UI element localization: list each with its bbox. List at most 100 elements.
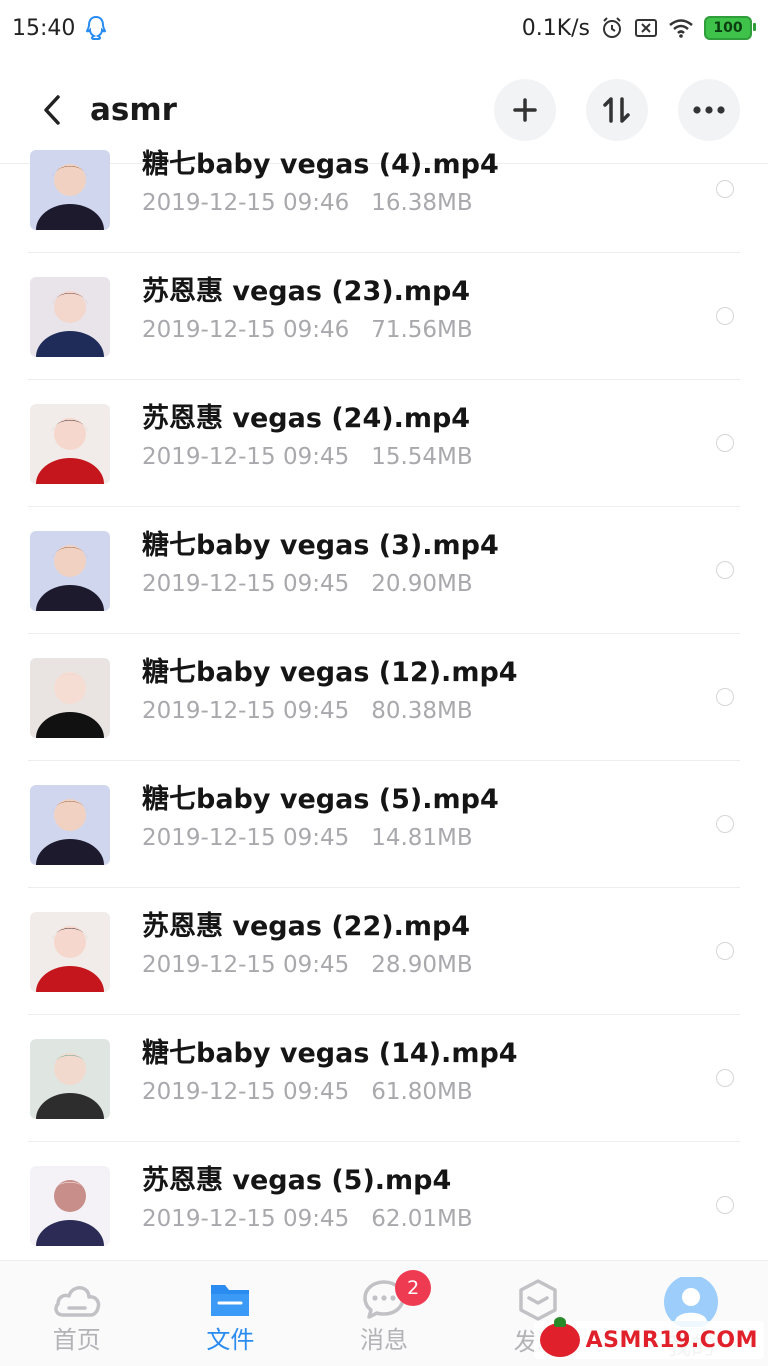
select-radio[interactable] xyxy=(716,434,734,452)
more-dots-icon xyxy=(692,105,726,115)
wifi-icon xyxy=(668,17,694,39)
tomato-logo-icon xyxy=(540,1323,580,1357)
file-info: 糖七baby vegas (12).mp4 2019-12-15 09:45 80… xyxy=(142,656,518,726)
tab-files[interactable]: 文件 xyxy=(154,1261,308,1366)
file-name: 糖七baby vegas (12).mp4 xyxy=(142,656,518,690)
file-size: 71.56MB xyxy=(371,317,472,343)
status-bar: 15:40 0.1K/s xyxy=(0,0,768,56)
file-size: 61.80MB xyxy=(371,1079,472,1105)
select-radio[interactable] xyxy=(716,815,734,833)
file-info: 苏恩惠 vegas (23).mp4 2019-12-15 09:46 71.56… xyxy=(142,275,473,345)
file-info: 糖七baby vegas (14).mp4 2019-12-15 09:45 61… xyxy=(142,1037,518,1107)
video-thumbnail xyxy=(30,912,110,992)
watermark-text: ASMR19.COM xyxy=(586,1328,758,1353)
file-meta: 2019-12-15 09:46 71.56MB xyxy=(142,315,473,345)
meta-spacer xyxy=(349,317,371,343)
video-thumbnail xyxy=(30,658,110,738)
file-row[interactable]: 苏恩惠 vegas (22).mp4 2019-12-15 09:45 28.90… xyxy=(0,888,768,1015)
video-thumbnail xyxy=(30,277,110,357)
file-row[interactable]: 糖七baby vegas (12).mp4 2019-12-15 09:45 80… xyxy=(0,634,768,761)
file-meta: 2019-12-15 09:45 80.38MB xyxy=(142,696,518,726)
file-date: 2019-12-15 09:45 xyxy=(142,698,349,724)
select-radio[interactable] xyxy=(716,561,734,579)
meta-spacer xyxy=(349,952,371,978)
file-info: 苏恩惠 vegas (24).mp4 2019-12-15 09:45 15.54… xyxy=(142,402,473,472)
tab-label: 文件 xyxy=(206,1325,254,1355)
meta-spacer xyxy=(349,698,371,724)
file-size: 62.01MB xyxy=(371,1206,472,1232)
file-size: 28.90MB xyxy=(371,952,472,978)
sim-off-icon xyxy=(634,17,658,39)
meta-spacer xyxy=(349,1206,371,1232)
file-meta: 2019-12-15 09:45 14.81MB xyxy=(142,823,499,853)
file-size: 16.38MB xyxy=(371,190,472,216)
file-list[interactable]: 糖七baby vegas (4).mp42019-12-15 09:46 16.… xyxy=(0,140,768,1260)
file-row[interactable]: 糖七baby vegas (4).mp42019-12-15 09:46 16.… xyxy=(0,140,768,253)
add-button[interactable] xyxy=(494,79,556,141)
file-meta: 2019-12-15 09:45 15.54MB xyxy=(142,442,473,472)
file-date: 2019-12-15 09:45 xyxy=(142,1079,349,1105)
file-meta: 2019-12-15 09:46 16.38MB xyxy=(142,188,499,218)
select-radio[interactable] xyxy=(716,1196,734,1214)
meta-spacer xyxy=(349,571,371,597)
watermark: ASMR19.COM xyxy=(534,1321,764,1359)
file-meta: 2019-12-15 09:45 28.90MB xyxy=(142,950,473,980)
back-button[interactable] xyxy=(32,82,72,138)
video-thumbnail xyxy=(30,1166,110,1246)
net-speed: 0.1K/s xyxy=(522,16,590,41)
page-title: asmr xyxy=(90,92,494,128)
file-date: 2019-12-15 09:46 xyxy=(142,317,349,343)
file-date: 2019-12-15 09:45 xyxy=(142,444,349,470)
file-row[interactable]: 苏恩惠 vegas (24).mp4 2019-12-15 09:45 15.54… xyxy=(0,380,768,507)
file-name: 苏恩惠 vegas (23).mp4 xyxy=(142,275,473,309)
file-info: 糖七baby vegas (4).mp42019-12-15 09:46 16.… xyxy=(142,148,499,218)
file-row[interactable]: 苏恩惠 vegas (23).mp4 2019-12-15 09:46 71.56… xyxy=(0,253,768,380)
file-meta: 2019-12-15 09:45 20.90MB xyxy=(142,569,499,599)
select-radio[interactable] xyxy=(716,180,734,198)
tab-messages[interactable]: 2 消息 xyxy=(307,1261,461,1366)
file-info: 苏恩惠 vegas (22).mp4 2019-12-15 09:45 28.90… xyxy=(142,910,473,980)
file-meta: 2019-12-15 09:45 62.01MB xyxy=(142,1204,473,1234)
select-radio[interactable] xyxy=(716,942,734,960)
avatar-icon xyxy=(662,1277,720,1327)
select-radio[interactable] xyxy=(716,307,734,325)
back-arrow-icon xyxy=(41,93,63,127)
file-name: 糖七baby vegas (3).mp4 xyxy=(142,529,499,563)
file-name: 苏恩惠 vegas (24).mp4 xyxy=(142,402,473,436)
select-radio[interactable] xyxy=(716,688,734,706)
tab-label: 首页 xyxy=(53,1325,101,1355)
file-name: 苏恩惠 vegas (22).mp4 xyxy=(142,910,473,944)
file-name: 糖七baby vegas (14).mp4 xyxy=(142,1037,518,1071)
alarm-icon xyxy=(600,16,624,40)
more-button[interactable] xyxy=(678,79,740,141)
unread-badge: 2 xyxy=(395,1270,431,1306)
file-name: 糖七baby vegas (5).mp4 xyxy=(142,783,499,817)
file-date: 2019-12-15 09:46 xyxy=(142,190,349,216)
cube-icon xyxy=(516,1277,560,1323)
file-row[interactable]: 糖七baby vegas (14).mp4 2019-12-15 09:45 61… xyxy=(0,1015,768,1142)
file-info: 苏恩惠 vegas (5).mp4 2019-12-15 09:45 62.01M… xyxy=(142,1164,473,1234)
select-radio[interactable] xyxy=(716,1069,734,1087)
tab-home[interactable]: 首页 xyxy=(0,1261,154,1366)
file-date: 2019-12-15 09:45 xyxy=(142,952,349,978)
file-row[interactable]: 苏恩惠 vegas (5).mp4 2019-12-15 09:45 62.01M… xyxy=(0,1142,768,1260)
file-name: 苏恩惠 vegas (5).mp4 xyxy=(142,1164,473,1198)
file-date: 2019-12-15 09:45 xyxy=(142,1206,349,1232)
file-size: 20.90MB xyxy=(371,571,472,597)
file-info: 糖七baby vegas (3).mp4 2019-12-15 09:45 20.… xyxy=(142,529,499,599)
file-row[interactable]: 糖七baby vegas (3).mp4 2019-12-15 09:45 20.… xyxy=(0,507,768,634)
cloud-icon xyxy=(51,1277,103,1321)
file-row[interactable]: 糖七baby vegas (5).mp4 2019-12-15 09:45 14.… xyxy=(0,761,768,888)
status-time: 15:40 xyxy=(12,16,75,41)
file-date: 2019-12-15 09:45 xyxy=(142,825,349,851)
video-thumbnail xyxy=(30,531,110,611)
file-size: 15.54MB xyxy=(371,444,472,470)
video-thumbnail xyxy=(30,785,110,865)
file-meta: 2019-12-15 09:45 61.80MB xyxy=(142,1077,518,1107)
meta-spacer xyxy=(349,1079,371,1105)
sort-icon xyxy=(602,96,632,124)
sort-button[interactable] xyxy=(586,79,648,141)
file-info: 糖七baby vegas (5).mp4 2019-12-15 09:45 14.… xyxy=(142,783,499,853)
plus-icon xyxy=(512,97,538,123)
file-date: 2019-12-15 09:45 xyxy=(142,571,349,597)
